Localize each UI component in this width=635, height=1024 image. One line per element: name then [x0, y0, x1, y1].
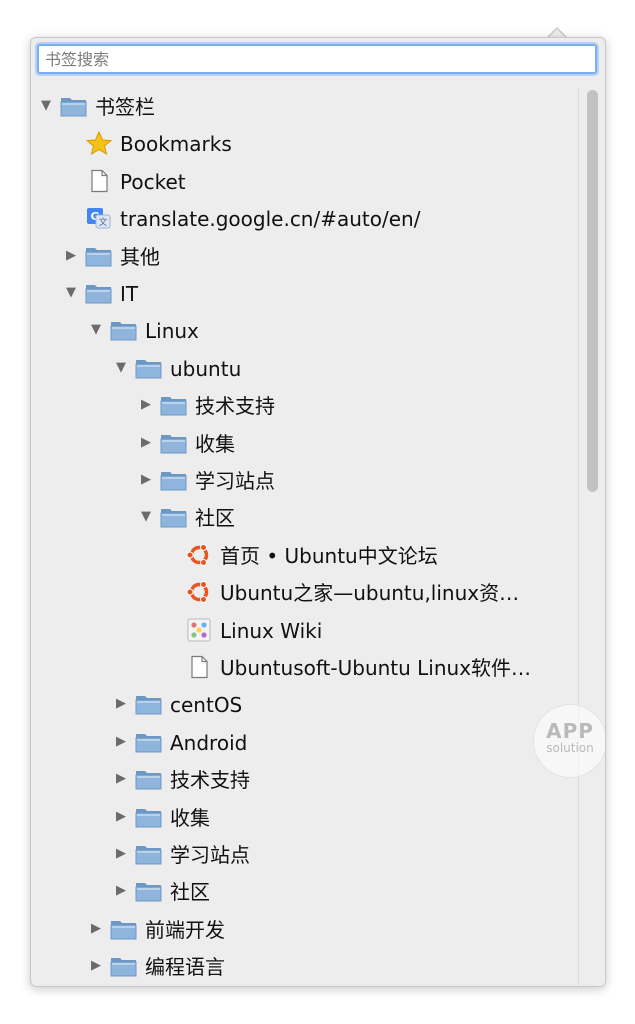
disclosure-collapsed-icon[interactable]: ▶ — [114, 697, 128, 711]
bookmark-tree: ▼ 书签栏 Bookmarks Pocket G 文 translate.google.cn… — [31, 88, 579, 986]
folder-icon — [135, 730, 163, 754]
disclosure-collapsed-icon[interactable]: ▶ — [64, 248, 78, 263]
folder-icon — [135, 805, 163, 829]
tree-item-label: 技术支持 — [170, 768, 250, 793]
tree-item-label: 技术支持 — [195, 394, 275, 419]
tree-item-ubuntu[interactable]: ▼ ubuntu — [31, 350, 579, 387]
tree-item-label: Ubuntu之家—ubuntu,linux资… — [220, 581, 520, 606]
tree-item-ubuntu-home[interactable]: Ubuntu之家—ubuntu,linux资… — [31, 574, 579, 611]
tree-item-ubuntu-learning-sites[interactable]: ▶ 学习站点 — [31, 462, 579, 499]
page-icon — [185, 655, 213, 679]
folder-icon — [110, 318, 138, 342]
watermark-line1: APP — [546, 719, 594, 743]
tree-item-ubuntusoft[interactable]: Ubuntusoft-Ubuntu Linux软件… — [31, 649, 579, 686]
folder-icon — [135, 692, 163, 716]
wiki-icon — [185, 618, 213, 642]
tree-item-label: ubuntu — [170, 356, 242, 381]
tree-item-label: centOS — [170, 693, 243, 718]
tree-item-label: translate.google.cn/#auto/en/ — [120, 207, 421, 232]
tree-item-android[interactable]: ▶ Android — [31, 724, 579, 761]
folder-icon — [160, 468, 188, 492]
tree-item-linux-learning-sites[interactable]: ▶ 学习站点 — [31, 836, 579, 873]
tree-item-label: 学习站点 — [195, 469, 275, 493]
ubuntu-icon — [185, 580, 213, 604]
disclosure-collapsed-icon[interactable]: ▶ — [139, 435, 153, 450]
folder-icon — [135, 879, 163, 903]
tree-item-label: 书签栏 — [95, 95, 155, 119]
tree-item-bookmarks-toolbar[interactable]: ▼ 书签栏 — [31, 88, 579, 125]
folder-icon — [85, 281, 113, 305]
tree-item-ubuntu-tech-support[interactable]: ▶ 技术支持 — [31, 387, 579, 424]
disclosure-collapsed-icon[interactable]: ▶ — [139, 473, 153, 487]
disclosure-collapsed-icon[interactable]: ▶ — [114, 809, 128, 824]
tree-item-label: 收集 — [170, 805, 210, 830]
tree-item-google-translate[interactable]: G 文 translate.google.cn/#auto/en/ — [31, 200, 579, 237]
tree-item-other[interactable]: ▶ 其他 — [31, 238, 579, 275]
svg-text:文: 文 — [98, 216, 107, 228]
tree-item-label: Linux Wiki — [220, 618, 323, 643]
tree-item-linux-tech-support[interactable]: ▶ 技术支持 — [31, 761, 579, 798]
disclosure-expanded-icon[interactable]: ▼ — [64, 286, 78, 300]
tree-item-label: 首页 • Ubuntu中文论坛 — [220, 543, 438, 568]
tree-item-label: Ubuntusoft-Ubuntu Linux软件… — [220, 656, 532, 680]
search-container — [37, 44, 597, 74]
tree-item-label: 前端开发 — [145, 917, 225, 942]
folder-icon — [135, 842, 163, 866]
tree-item-label: Bookmarks — [120, 132, 232, 157]
folder-icon — [160, 431, 188, 455]
watermark-logo: APP solution — [533, 704, 605, 778]
tree-item-label: 社区 — [195, 506, 235, 531]
tree-item-ubuntu-collection[interactable]: ▶ 收集 — [31, 425, 579, 462]
folder-icon — [160, 393, 188, 417]
tree-item-label: IT — [120, 282, 139, 306]
tree-item-it[interactable]: ▼ IT — [31, 275, 579, 312]
tree-item-bookmarks[interactable]: Bookmarks — [31, 125, 579, 162]
tree-item-label: 社区 — [170, 880, 210, 905]
folder-icon — [60, 94, 88, 118]
disclosure-expanded-icon[interactable]: ▼ — [39, 99, 53, 113]
folder-icon — [135, 767, 163, 791]
ubuntu-icon — [185, 543, 213, 567]
disclosure-expanded-icon[interactable]: ▼ — [89, 323, 103, 337]
disclosure-expanded-icon[interactable]: ▼ — [114, 360, 128, 375]
tree-item-label: 学习站点 — [170, 843, 250, 867]
bookmarks-popup: ▼ 书签栏 Bookmarks Pocket G文 translate.google.cn… — [30, 37, 606, 987]
tree-item-programming-languages[interactable]: ▶ 编程语言 — [31, 948, 579, 985]
scrollbar-thumb[interactable] — [587, 90, 598, 492]
folder-icon — [110, 917, 138, 941]
folder-icon — [110, 954, 138, 978]
disclosure-collapsed-icon[interactable]: ▶ — [89, 959, 103, 973]
disclosure-collapsed-icon[interactable]: ▶ — [139, 398, 153, 412]
google-translate-icon: G文 — [85, 206, 113, 230]
disclosure-collapsed-icon[interactable]: ▶ — [114, 772, 128, 786]
tree-item-ubuntu-community[interactable]: ▼ 社区 — [31, 499, 579, 536]
folder-icon — [135, 356, 163, 380]
tree-item-linux-collection[interactable]: ▶ 收集 — [31, 799, 579, 836]
tree-item-label: Linux — [145, 319, 199, 344]
tree-item-pocket[interactable]: Pocket — [31, 163, 579, 200]
folder-icon — [85, 244, 113, 268]
page-icon — [85, 169, 113, 193]
star-icon — [85, 131, 113, 156]
tree-item-centos[interactable]: ▶ centOS — [31, 686, 579, 723]
disclosure-collapsed-icon[interactable]: ▶ — [114, 734, 128, 749]
disclosure-collapsed-icon[interactable]: ▶ — [114, 884, 128, 898]
folder-icon — [160, 505, 188, 529]
disclosure-collapsed-icon[interactable]: ▶ — [114, 847, 128, 861]
disclosure-expanded-icon[interactable]: ▼ — [139, 510, 153, 524]
disclosure-collapsed-icon[interactable]: ▶ — [89, 921, 103, 936]
tree-item-label: Pocket — [120, 169, 186, 194]
tree-item-frontend-dev[interactable]: ▶ 前端开发 — [31, 911, 579, 948]
tree-item-label: Android — [170, 730, 248, 755]
tree-item-label: 收集 — [195, 431, 235, 456]
scrollbar-track[interactable] — [578, 88, 605, 986]
bookmark-search-input[interactable] — [37, 44, 597, 74]
watermark-line2: solution — [546, 741, 594, 755]
tree-item-label: 编程语言 — [145, 955, 225, 980]
tree-item-linux-wiki[interactable]: Linux Wiki — [31, 612, 579, 649]
tree-item-linux-community[interactable]: ▶ 社区 — [31, 873, 579, 910]
tree-item-label: 其他 — [120, 244, 160, 269]
tree-item-linux[interactable]: ▼ Linux — [31, 312, 579, 349]
tree-item-ubuntu-forum[interactable]: 首页 • Ubuntu中文论坛 — [31, 537, 579, 574]
